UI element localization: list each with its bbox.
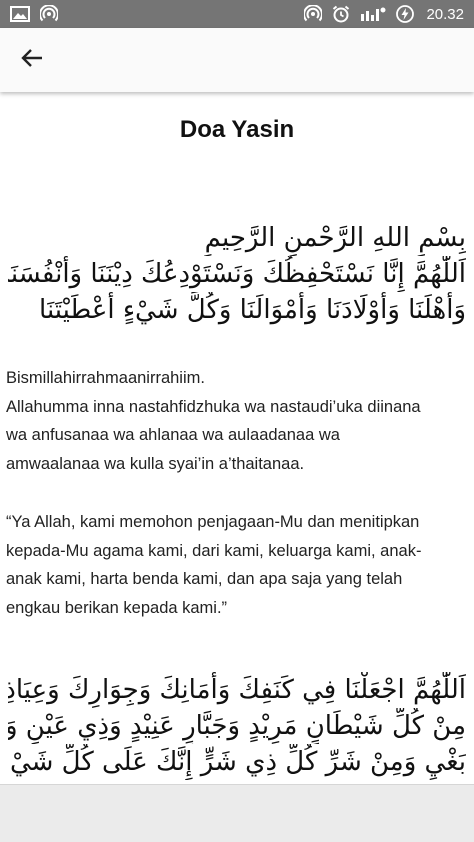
hotspot-icon [304, 5, 323, 23]
arabic-line: مِنْ كُلِّ شَيْطَانٍ مَرِيْدٍ وَجَبَّارٍ… [8, 711, 466, 741]
arabic-line: اَللّٰهُمَّ اجْعَلْنَا فِي كَنَفِكَ وَأَ… [8, 675, 466, 705]
text-line: anak kami, harta benda kami, dan apa saj… [6, 570, 403, 588]
status-right: 20.32 [304, 5, 464, 23]
text-line: engkau berikan kepada kami.” [6, 598, 228, 617]
hotspot-icon [40, 5, 58, 23]
app-bar [0, 28, 474, 92]
status-bar: 20.32 [0, 0, 474, 28]
text-line: wa anfusanaa wa ahlanaa wa aulaadanaa wa [6, 426, 340, 444]
text-line: amwaalanaa wa kulla syai’in a’thaitanaa. [6, 454, 305, 473]
arabic-line: اَللّٰهُمَّ إِنَّا نَسْتَحْفِظُكَ وَنَسْ… [8, 259, 466, 289]
arabic-line: وَأَهْلَنَا وَأَوْلَادَنَا وَأَمْوَالَنَ… [39, 295, 466, 325]
arabic-line: بَغْيٍ وَمِنْ شَرِّ كُلِّ ذِي شَرٍّ إِنَ… [8, 747, 466, 777]
arrow-back-icon [21, 48, 43, 72]
text-line: Allahumma inna nastahfidzhuka wa nastaud… [6, 397, 421, 416]
arabic-text-block: بِسْمِ اللهِ الرَّحْمنِ الرَّحِيمِ اَللّ… [8, 220, 466, 328]
battery-charging-icon [396, 5, 415, 23]
transliteration-text: Bismillahirrahmaanirrahiim. Allahumma in… [6, 364, 468, 478]
text-line: kepada-Mu agama kami, dari kami, keluarg… [6, 541, 422, 560]
arabic-text-block: اَللّٰهُمَّ اجْعَلْنَا فِي كَنَفِكَ وَأَ… [8, 672, 466, 780]
clock-time: 20.32 [426, 5, 464, 23]
translation-text: “Ya Allah, kami memohon penjagaan-Mu dan… [6, 508, 468, 622]
image-icon [10, 6, 30, 22]
text-line: Bismillahirrahmaanirrahiim. [6, 369, 205, 387]
arabic-line: بِسْمِ اللهِ الرَّحْمنِ الرَّحِيمِ [204, 223, 466, 253]
page-title: Doa Yasin [179, 116, 295, 143]
status-left [10, 5, 58, 23]
alarm-icon [332, 5, 350, 23]
content-scroll[interactable]: Doa Yasin بِسْمِ اللهِ الرَّحْمنِ الرَّح… [0, 92, 474, 784]
notification-icon [360, 5, 386, 23]
bottom-bar [0, 784, 474, 842]
text-line: “Ya Allah, kami memohon penjagaan-Mu dan… [6, 513, 420, 531]
back-button[interactable] [8, 36, 56, 84]
